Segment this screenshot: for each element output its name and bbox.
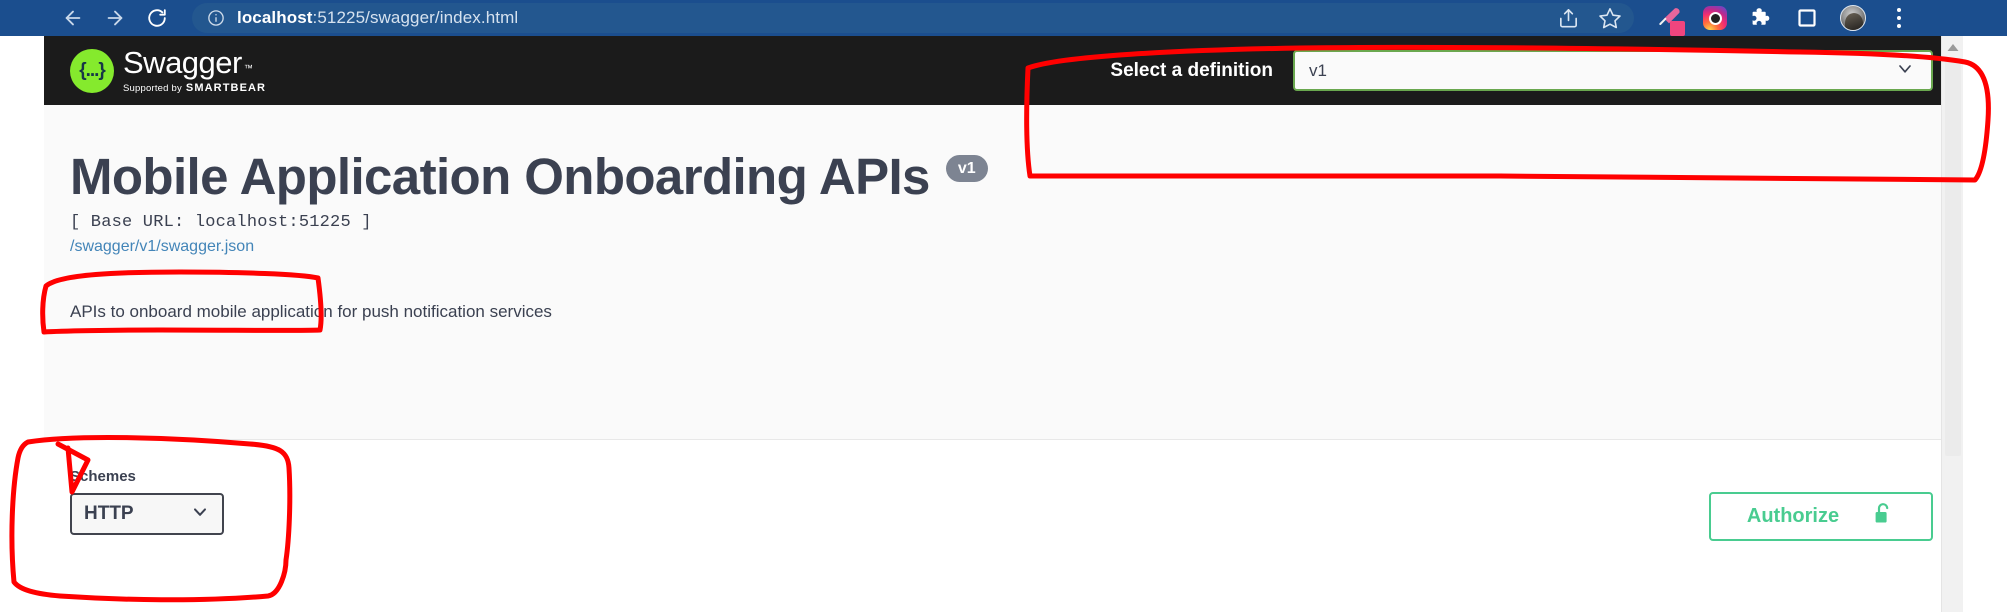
- collections-icon[interactable]: [1794, 5, 1820, 31]
- schemes-select-value: HTTP: [84, 503, 134, 524]
- definition-selector-group: Select a definition v1: [1110, 50, 1933, 91]
- omnibox-actions: [1557, 6, 1634, 30]
- back-arrow-icon[interactable]: [52, 0, 94, 36]
- reload-icon[interactable]: [136, 0, 178, 36]
- schemes-select[interactable]: HTTP: [70, 493, 224, 535]
- schemes-block: Schemes HTTP: [70, 468, 224, 535]
- page-title: Mobile Application Onboarding APIs: [70, 148, 930, 205]
- extension-toolbar: [1656, 5, 1912, 36]
- star-icon[interactable]: [1598, 6, 1622, 30]
- select-definition-label: Select a definition: [1110, 59, 1273, 81]
- swagger-logo[interactable]: {...} Swagger ™ Supported by SMARTBEAR: [70, 47, 266, 94]
- chevron-down-icon: [1895, 58, 1915, 83]
- trademark-mark: ™: [243, 63, 253, 73]
- definition-select[interactable]: v1: [1293, 50, 1933, 91]
- definition-select-value: v1: [1309, 60, 1327, 80]
- schemes-label: Schemes: [70, 468, 136, 485]
- api-info-section: Mobile Application Onboarding APIs v1 [ …: [44, 105, 1963, 440]
- instagram-extension-icon[interactable]: [1702, 5, 1728, 31]
- url-path: :51225/swagger/index.html: [312, 8, 519, 27]
- browser-toolbar: localhost:51225/swagger/index.html: [0, 0, 2007, 36]
- url-host: localhost: [237, 8, 313, 27]
- swagger-json-link[interactable]: /swagger/v1/swagger.json: [70, 238, 254, 256]
- swagger-wordmark-text: Swagger: [123, 45, 242, 80]
- unlock-icon: [1873, 502, 1895, 531]
- authorize-button-label: Authorize: [1746, 505, 1840, 527]
- eyedropper-icon[interactable]: [1656, 5, 1685, 36]
- base-url: [ Base URL: localhost:51225 ]: [70, 213, 372, 232]
- swagger-topbar: {...} Swagger ™ Supported by SMARTBEAR S…: [44, 36, 1963, 105]
- chevron-down-icon: [190, 502, 210, 527]
- scroll-up-arrow-icon[interactable]: [1942, 36, 1963, 58]
- scrollbar-thumb[interactable]: [1945, 58, 1961, 456]
- swagger-brace-glyph: {...}: [79, 60, 106, 81]
- share-icon[interactable]: [1557, 7, 1580, 30]
- vertical-scrollbar[interactable]: [1941, 36, 1963, 612]
- supported-by-text: Supported by: [123, 82, 182, 94]
- eyedropper-swatch: [1670, 21, 1685, 36]
- schemes-authorize-row: Schemes HTTP Authorize: [44, 440, 1963, 541]
- supported-by-line: Supported by SMARTBEAR: [123, 82, 266, 94]
- swagger-wordmark: Swagger ™: [123, 47, 266, 78]
- forward-arrow-icon[interactable]: [94, 0, 136, 36]
- address-bar[interactable]: localhost:51225/swagger/index.html: [192, 3, 1634, 33]
- section-divider: [44, 439, 1963, 440]
- authorize-button[interactable]: Authorize: [1709, 492, 1933, 541]
- title-row: Mobile Application Onboarding APIs v1: [70, 151, 1963, 202]
- version-badge: v1: [945, 154, 988, 183]
- puzzle-piece-icon[interactable]: [1748, 5, 1774, 31]
- site-info-icon[interactable]: [207, 9, 225, 27]
- url-text: localhost:51225/swagger/index.html: [237, 8, 518, 28]
- avatar[interactable]: [1840, 5, 1866, 31]
- page-viewport: {...} Swagger ™ Supported by SMARTBEAR S…: [44, 36, 1963, 612]
- swagger-brace-icon: {...}: [70, 48, 114, 93]
- smartbear-text: SMARTBEAR: [185, 82, 267, 94]
- screenshot-root: localhost:51225/swagger/index.html {...}…: [0, 0, 2007, 612]
- api-description: APIs to onboard mobile application for p…: [70, 302, 552, 321]
- kebab-menu-icon[interactable]: [1886, 5, 1912, 31]
